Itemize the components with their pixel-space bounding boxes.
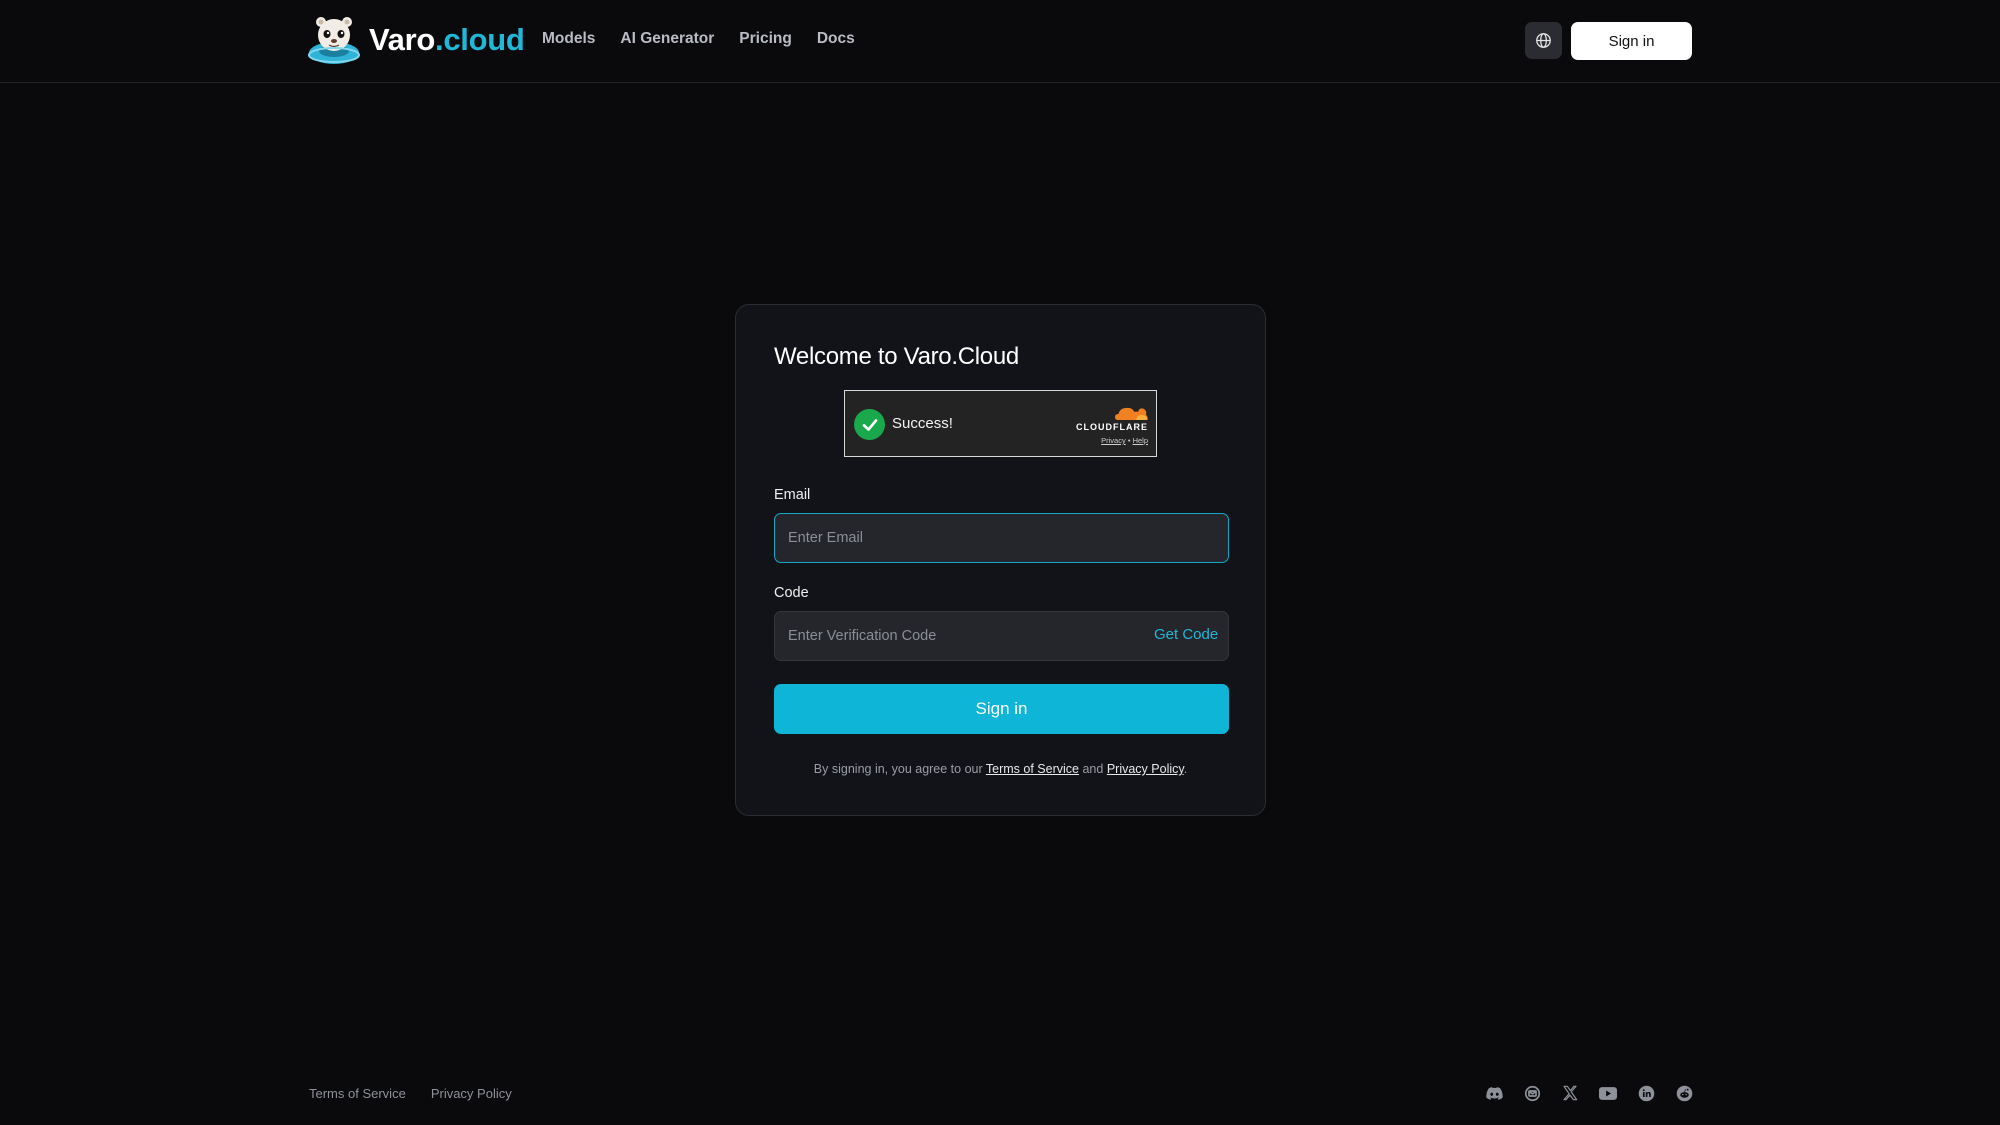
success-check-icon <box>854 409 885 440</box>
email-input[interactable] <box>774 513 1229 563</box>
footer-links: Terms of Service Privacy Policy <box>309 1086 512 1101</box>
youtube-icon[interactable] <box>1599 1084 1617 1102</box>
agreement-and: and <box>1082 762 1104 776</box>
x-icon[interactable] <box>1561 1084 1579 1102</box>
cloudflare-cloud-icon <box>1115 407 1148 420</box>
agreement-prefix: By signing in, you agree to our <box>813 762 983 776</box>
captcha-widget: Success! CLOUDFLARE Privacy • Help <box>844 390 1157 457</box>
agreement-text: By signing in, you agree to our Terms of… <box>736 762 1265 776</box>
card-title: Welcome to Varo.Cloud <box>774 343 1019 370</box>
social-links <box>1485 1084 1693 1102</box>
get-code-button[interactable]: Get Code <box>1154 626 1218 643</box>
mascot-logo-icon <box>308 17 360 64</box>
email-label: Email <box>774 487 811 503</box>
nav-docs[interactable]: Docs <box>817 30 855 48</box>
logo-link[interactable]: Varo.cloud <box>307 13 525 67</box>
nav-ai-generator[interactable]: AI Generator <box>620 30 714 48</box>
terms-of-service-link[interactable]: Terms of Service <box>986 762 1079 776</box>
footer-privacy-link[interactable]: Privacy Policy <box>431 1086 512 1101</box>
nav-models[interactable]: Models <box>542 30 595 48</box>
sign-in-button[interactable]: Sign in <box>774 684 1229 734</box>
captcha-links: Privacy • Help <box>1068 436 1148 445</box>
nav-pricing[interactable]: Pricing <box>739 30 792 48</box>
captcha-link-separator: • <box>1127 436 1131 445</box>
captcha-privacy-link[interactable]: Privacy <box>1101 436 1126 445</box>
top-header: Varo.cloud Models AI Generator Pricing D… <box>0 0 2000 83</box>
captcha-help-link[interactable]: Help <box>1133 436 1148 445</box>
captcha-status: Success! <box>892 415 953 432</box>
sign-in-card: Welcome to Varo.Cloud Success! CLOUDFLAR… <box>735 304 1266 816</box>
discord-icon[interactable] <box>1485 1084 1503 1102</box>
logo-text: Varo.cloud <box>369 22 525 58</box>
logo-text-accent: .cloud <box>435 22 525 57</box>
agreement-suffix: . <box>1183 762 1188 776</box>
privacy-policy-link[interactable]: Privacy Policy <box>1107 762 1184 776</box>
header-sign-in-button[interactable]: Sign in <box>1571 22 1692 60</box>
cloudflare-brand: CLOUDFLARE Privacy • Help <box>1068 403 1148 445</box>
mail-icon[interactable] <box>1523 1084 1541 1102</box>
logo-text-main: Varo <box>369 22 436 57</box>
footer-terms-link[interactable]: Terms of Service <box>309 1086 406 1101</box>
code-label: Code <box>774 585 809 601</box>
reddit-icon[interactable] <box>1675 1084 1693 1102</box>
linkedin-icon[interactable] <box>1637 1084 1655 1102</box>
main-nav: Models AI Generator Pricing Docs <box>542 30 855 48</box>
cloudflare-label: CLOUDFLARE <box>1076 422 1148 432</box>
globe-icon <box>1536 33 1551 48</box>
language-button[interactable] <box>1525 22 1562 59</box>
